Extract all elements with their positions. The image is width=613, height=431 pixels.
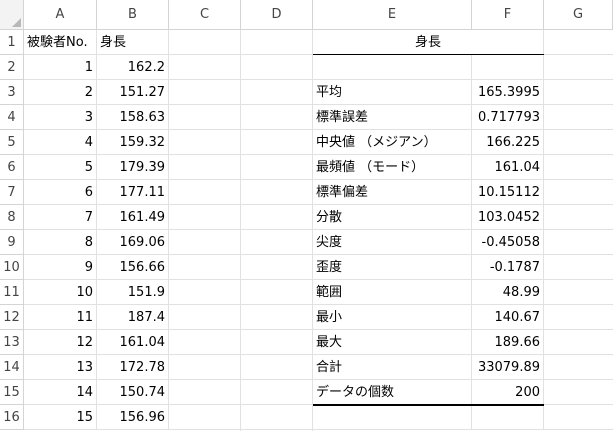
stats-value[interactable]: -0.1787 (472, 255, 544, 280)
stats-value[interactable]: 161.04 (472, 155, 544, 180)
row-header[interactable]: 2 (0, 55, 24, 80)
cell-f2[interactable] (472, 55, 544, 80)
cell-b[interactable]: 161.49 (97, 205, 169, 230)
cell-b[interactable]: 179.39 (97, 155, 169, 180)
cell-a[interactable]: 6 (24, 180, 97, 205)
row-header[interactable]: 15 (0, 380, 24, 405)
stats-value[interactable]: 166.225 (472, 130, 544, 155)
row-header[interactable]: 10 (0, 255, 24, 280)
cell-b[interactable]: 156.96 (97, 405, 169, 430)
cell-b[interactable]: 162.2 (97, 55, 169, 80)
cell-a[interactable]: 13 (24, 355, 97, 380)
cell-a[interactable]: 9 (24, 255, 97, 280)
cell-b1[interactable]: 身長 (97, 30, 169, 55)
row-header[interactable]: 4 (0, 105, 24, 130)
row-header[interactable]: 7 (0, 180, 24, 205)
cell-a[interactable]: 11 (24, 305, 97, 330)
stats-label[interactable]: 最頻値 （モード） (313, 155, 472, 180)
cell-b[interactable]: 169.06 (97, 230, 169, 255)
cell-b[interactable]: 187.4 (97, 305, 169, 330)
cell-a[interactable]: 12 (24, 330, 97, 355)
stats-label[interactable]: 範囲 (313, 280, 472, 305)
cell-a[interactable]: 2 (24, 80, 97, 105)
column-header-c[interactable]: C (169, 0, 241, 30)
cell-a[interactable]: 4 (24, 130, 97, 155)
stats-header-rule (313, 54, 544, 55)
stats-value[interactable]: 165.3995 (472, 80, 544, 105)
stats-label[interactable]: 平均 (313, 80, 472, 105)
stats-value[interactable]: -0.45058 (472, 230, 544, 255)
row-header[interactable]: 12 (0, 305, 24, 330)
cell-a[interactable]: 3 (24, 105, 97, 130)
cell-a[interactable]: 14 (24, 380, 97, 405)
stats-label[interactable]: 標準偏差 (313, 180, 472, 205)
stats-label[interactable]: 歪度 (313, 255, 472, 280)
cell-b[interactable]: 151.9 (97, 280, 169, 305)
stats-value[interactable]: 48.99 (472, 280, 544, 305)
row-header[interactable]: 13 (0, 330, 24, 355)
stats-value[interactable]: 189.66 (472, 330, 544, 355)
row-header[interactable]: 14 (0, 355, 24, 380)
stats-label[interactable]: 尖度 (313, 230, 472, 255)
row-header[interactable]: 5 (0, 130, 24, 155)
stats-label[interactable]: 最小 (313, 305, 472, 330)
column-g-cells[interactable] (544, 30, 613, 431)
cell-e2[interactable] (313, 55, 472, 80)
stats-label[interactable]: 合計 (313, 355, 472, 380)
cell-a[interactable]: 10 (24, 280, 97, 305)
spreadsheet: A B C D E F G 1 2 3 4 5 6 7 8 9 10 11 12… (0, 0, 613, 431)
row-header[interactable]: 3 (0, 80, 24, 105)
column-header-e[interactable]: E (313, 0, 472, 30)
cell-b[interactable]: 156.66 (97, 255, 169, 280)
cell-a[interactable]: 1 (24, 55, 97, 80)
cell-a1[interactable]: 被験者No. (24, 30, 97, 55)
select-all-triangle-icon (12, 18, 21, 27)
row-header[interactable]: 11 (0, 280, 24, 305)
select-all-corner[interactable] (0, 0, 24, 30)
cell-b[interactable]: 177.11 (97, 180, 169, 205)
cell-b[interactable]: 161.04 (97, 330, 169, 355)
column-c-cells[interactable] (169, 30, 241, 431)
column-header-g[interactable]: G (544, 0, 613, 30)
stats-value[interactable]: 0.717793 (472, 105, 544, 130)
cell-a[interactable]: 5 (24, 155, 97, 180)
row-header[interactable]: 16 (0, 405, 24, 430)
cell-a[interactable]: 15 (24, 405, 97, 430)
column-header-d[interactable]: D (241, 0, 313, 30)
stats-value[interactable]: 10.15112 (472, 180, 544, 205)
stats-label[interactable]: 分散 (313, 205, 472, 230)
stats-header[interactable]: 身長 (313, 30, 544, 55)
cell-a[interactable]: 7 (24, 205, 97, 230)
stats-label[interactable]: データの個数 (313, 380, 472, 405)
cell-b[interactable]: 159.32 (97, 130, 169, 155)
stats-value[interactable]: 140.67 (472, 305, 544, 330)
row-header[interactable]: 1 (0, 30, 24, 55)
cell-b[interactable]: 172.78 (97, 355, 169, 380)
cell-f16[interactable] (472, 405, 544, 430)
stats-value[interactable]: 33079.89 (472, 355, 544, 380)
stats-label[interactable]: 最大 (313, 330, 472, 355)
row-header[interactable]: 9 (0, 230, 24, 255)
stats-value[interactable]: 200 (472, 380, 544, 405)
row-header[interactable]: 6 (0, 155, 24, 180)
cell-b[interactable]: 151.27 (97, 80, 169, 105)
cell-a[interactable]: 8 (24, 230, 97, 255)
column-header-a[interactable]: A (24, 0, 97, 30)
cell-e16[interactable] (313, 405, 472, 430)
stats-value[interactable]: 103.0452 (472, 205, 544, 230)
cell-b[interactable]: 158.63 (97, 105, 169, 130)
column-d-cells[interactable] (241, 30, 313, 431)
column-header-b[interactable]: B (97, 0, 169, 30)
column-header-f[interactable]: F (472, 0, 544, 30)
stats-bottom-rule (313, 404, 544, 406)
stats-label[interactable]: 標準誤差 (313, 105, 472, 130)
row-header[interactable]: 8 (0, 205, 24, 230)
cell-b[interactable]: 150.74 (97, 380, 169, 405)
stats-label[interactable]: 中央値 （メジアン） (313, 130, 472, 155)
